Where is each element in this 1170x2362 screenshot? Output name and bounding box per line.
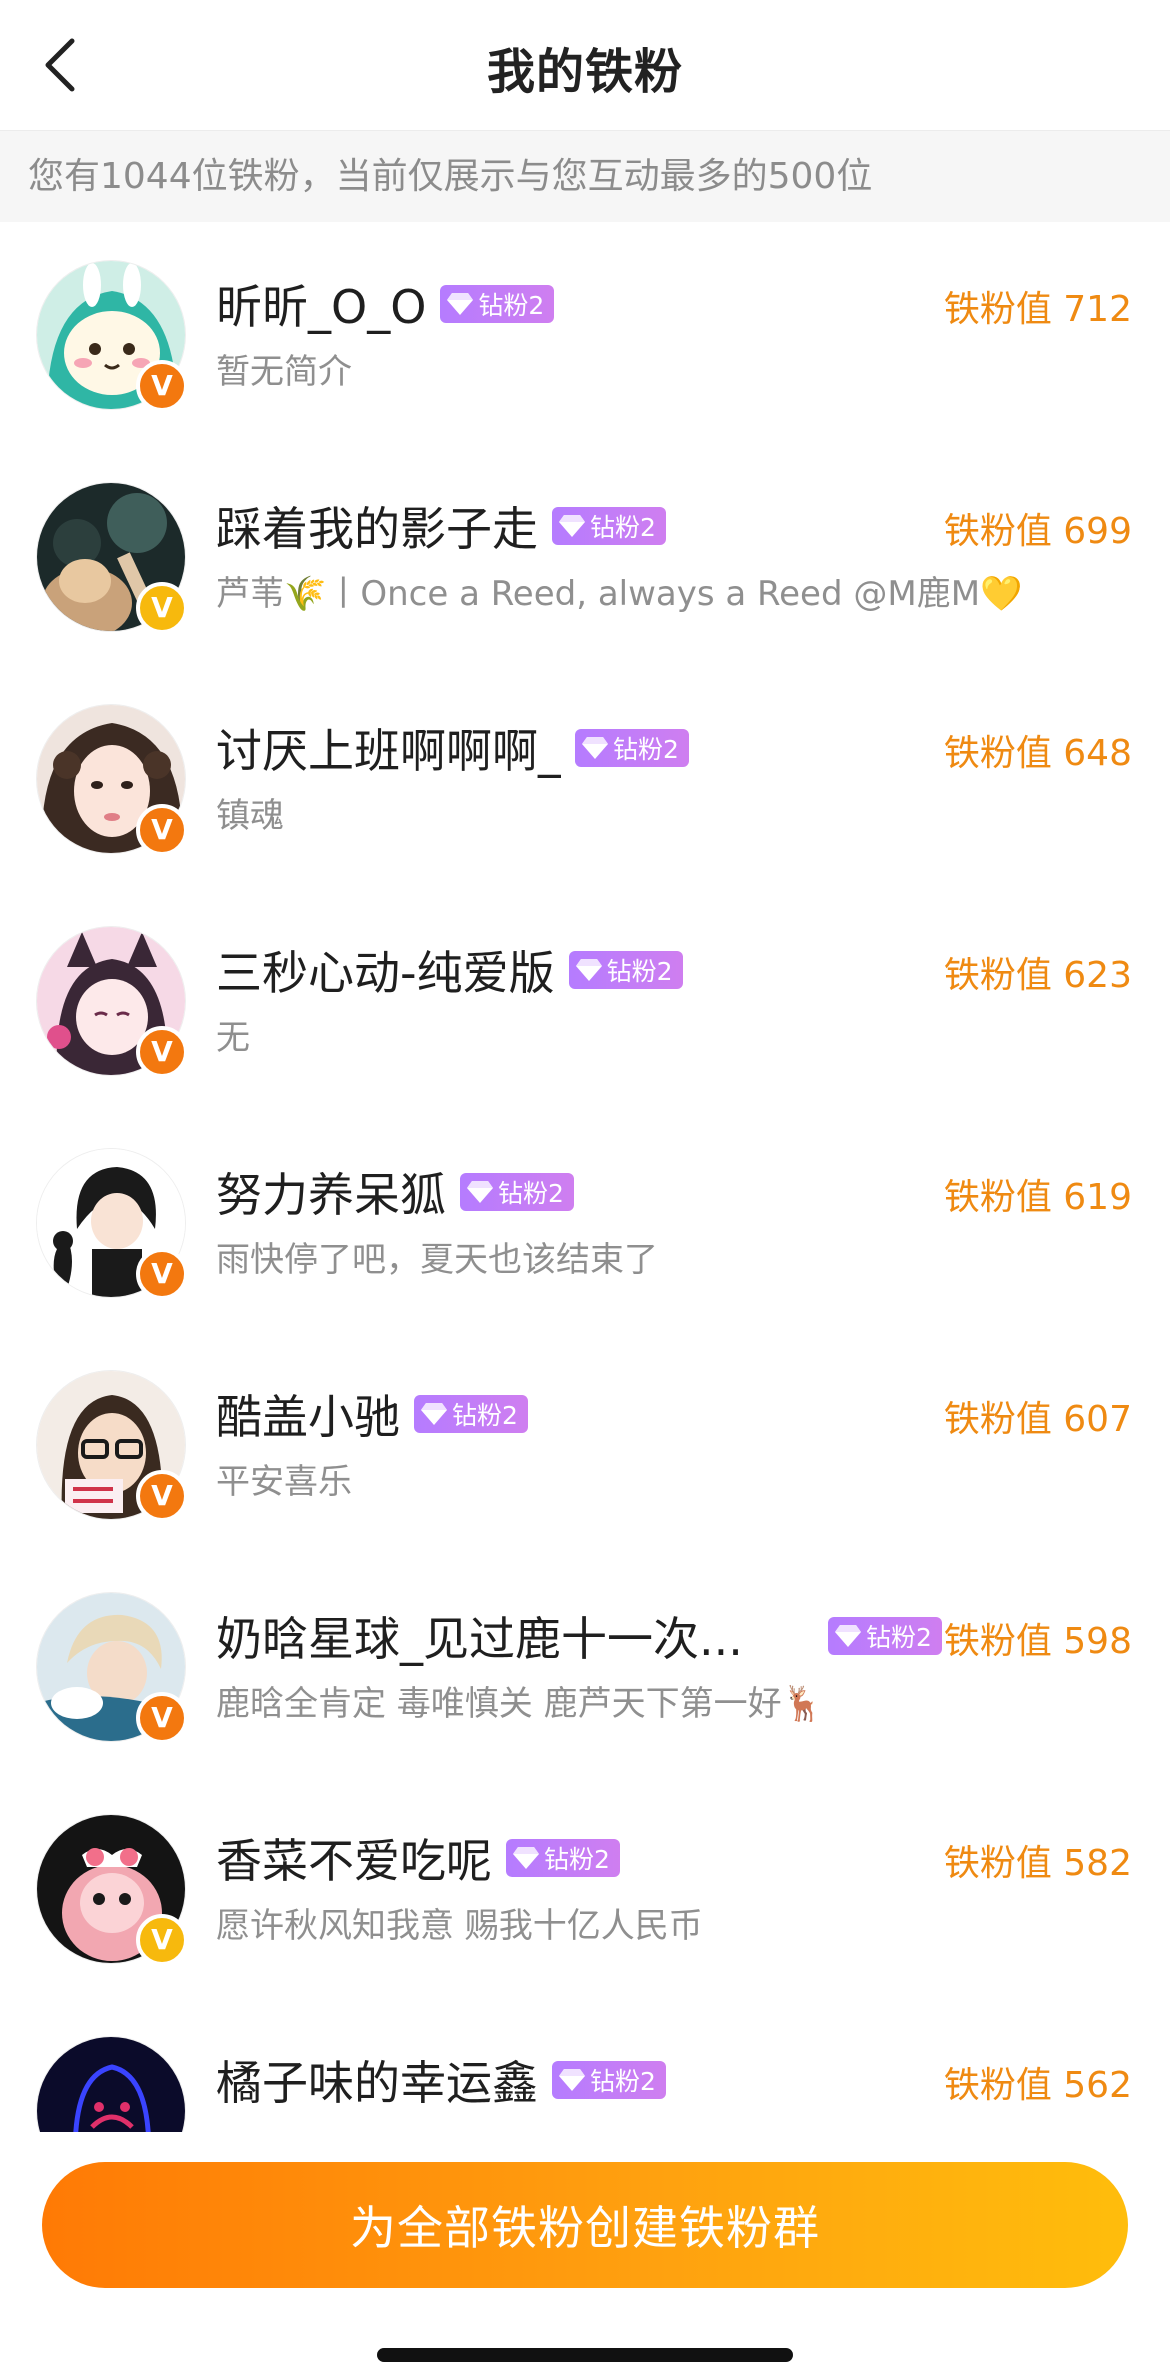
fan-name: 讨厌上班啊啊啊_ <box>216 724 561 778</box>
fan-value: 铁粉值 623 <box>943 955 1132 996</box>
verified-icon: V <box>136 1026 188 1078</box>
fan-value: 铁粉值 598 <box>943 1621 1132 1662</box>
fan-row[interactable]: V 奶晗星球_见过鹿十一次... 钻粉2 铁粉值 598 鹿晗全肯定 毒唯慎关 … <box>0 1554 1170 1776</box>
nav-bar: 我的铁粉 <box>0 0 1170 131</box>
fan-count-info: 您有1044位铁粉，当前仅展示与您互动最多的500位 <box>0 131 1170 222</box>
fan-row[interactable]: V 香菜不爱吃呢 钻粉2 铁粉值 582 愿许秋风知我意 赐我十亿人民币 <box>0 1776 1170 1998</box>
fan-value: 铁粉值 712 <box>943 289 1132 330</box>
diamond-icon <box>575 957 603 983</box>
diamond-icon <box>581 735 609 761</box>
fan-level-badge: 钻粉2 <box>828 1617 942 1655</box>
fan-bio: 平安喜乐 <box>216 1462 352 1502</box>
fan-name: 奶晗星球_见过鹿十一次... <box>216 1612 743 1666</box>
fan-row[interactable]: V 橘子味的幸运鑫 钻粉2 铁粉值 562 <box>0 1998 1170 2132</box>
home-indicator <box>377 2348 793 2362</box>
verified-icon: V <box>136 804 188 856</box>
verified-icon: V <box>136 1914 188 1966</box>
fan-name: 昕昕_O_O <box>216 280 427 334</box>
fan-name: 踩着我的影子走 <box>216 502 538 556</box>
fan-value: 铁粉值 582 <box>943 1843 1132 1884</box>
fan-value: 铁粉值 648 <box>943 733 1132 774</box>
fan-level-badge: 钻粉2 <box>552 2061 666 2099</box>
fan-level-badge: 钻粉2 <box>460 1173 574 1211</box>
fan-level-badge: 钻粉2 <box>575 729 689 767</box>
fan-level-badge: 钻粉2 <box>440 285 555 323</box>
verified-icon: V <box>136 582 188 634</box>
avatar[interactable] <box>36 2036 186 2132</box>
diamond-icon <box>834 1623 862 1649</box>
verified-icon: V <box>136 1470 188 1522</box>
diamond-icon <box>558 2067 586 2093</box>
fan-bio: 暂无简介 <box>216 352 352 392</box>
fan-bio: 芦苇🌾丨Once a Reed, always a Reed @M鹿M💛 <box>216 574 1023 614</box>
fan-row[interactable]: V 踩着我的影子走 钻粉2 铁粉值 699 芦苇🌾丨Once a Reed, a… <box>0 444 1170 666</box>
fan-name: 三秒心动-纯爱版 <box>216 946 555 1000</box>
fan-level-badge: 钻粉2 <box>552 507 666 545</box>
verified-icon: V <box>136 360 188 412</box>
fan-bio: 镇魂 <box>216 796 284 836</box>
fan-bio: 雨快停了吧，夏天也该结束了 <box>216 1240 658 1280</box>
fan-value: 铁粉值 699 <box>943 511 1132 552</box>
fan-name: 努力养呆狐 <box>216 1168 446 1222</box>
page-title: 我的铁粉 <box>486 44 683 100</box>
fan-bio: 鹿晗全肯定 毒唯慎关 鹿芦天下第一好🦌 <box>216 1684 824 1724</box>
fan-name: 香菜不爱吃呢 <box>216 1834 492 1888</box>
fan-level-badge: 钻粉2 <box>506 1839 620 1877</box>
fan-bio: 无 <box>216 1018 250 1058</box>
fan-name: 酷盖小驰 <box>216 1390 400 1444</box>
fan-row[interactable]: V 讨厌上班啊啊啊_ 钻粉2 铁粉值 648 镇魂 <box>0 666 1170 888</box>
create-fan-group-button[interactable]: 为全部铁粉创建铁粉群 <box>42 2162 1128 2288</box>
diamond-icon <box>420 1401 448 1427</box>
diamond-icon <box>558 513 586 539</box>
fan-list: V 昕昕_O_O 钻粉2 铁粉值 712 暂无简介 V 踩着我的影子走 钻粉2 … <box>0 222 1170 2132</box>
fan-row[interactable]: V 三秒心动-纯爱版 钻粉2 铁粉值 623 无 <box>0 888 1170 1110</box>
diamond-icon <box>446 291 474 317</box>
fan-row[interactable]: V 酷盖小驰 钻粉2 铁粉值 607 平安喜乐 <box>0 1332 1170 1554</box>
fan-bio: 愿许秋风知我意 赐我十亿人民币 <box>216 1906 703 1946</box>
verified-icon: V <box>136 1692 188 1744</box>
fan-value: 铁粉值 562 <box>943 2065 1132 2106</box>
fan-level-badge: 钻粉2 <box>414 1395 528 1433</box>
fan-row[interactable]: V 努力养呆狐 钻粉2 铁粉值 619 雨快停了吧，夏天也该结束了 <box>0 1110 1170 1332</box>
fan-value: 铁粉值 619 <box>943 1177 1132 1218</box>
fan-value: 铁粉值 607 <box>943 1399 1132 1440</box>
fan-name: 橘子味的幸运鑫 <box>216 2056 538 2110</box>
diamond-icon <box>466 1179 494 1205</box>
bottom-action-bar: 为全部铁粉创建铁粉群 <box>0 2132 1170 2362</box>
verified-icon: V <box>136 1248 188 1300</box>
diamond-icon <box>512 1845 540 1871</box>
fan-level-badge: 钻粉2 <box>568 951 683 989</box>
fan-row[interactable]: V 昕昕_O_O 钻粉2 铁粉值 712 暂无简介 <box>0 222 1170 444</box>
